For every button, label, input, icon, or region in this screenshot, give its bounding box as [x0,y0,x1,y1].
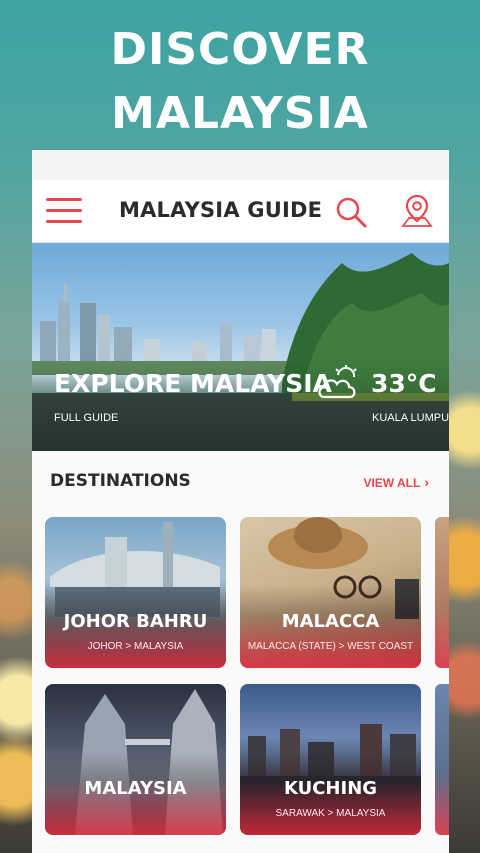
map-pin-icon[interactable] [400,193,434,229]
destination-card-malaysia[interactable]: MALAYSIA [45,684,226,835]
card-title: JOHOR BAHRU [63,611,208,632]
app-title: MALAYSIA GUIDE [119,198,323,222]
search-icon[interactable] [334,195,368,229]
hero-subtitle: FULL GUIDE [54,412,119,424]
app-bar: MALAYSIA GUIDE [32,180,449,243]
temperature-value: 33°C [371,369,437,398]
promo-headline-line2: MALAYSIA [111,88,369,139]
chevron-right-icon: › [424,474,429,490]
hamburger-menu-icon[interactable] [46,198,82,226]
card-subtitle: MALACCA (STATE) > WEST COAST [247,641,414,652]
hero-title: EXPLORE MALAYSIA [54,369,332,398]
destinations-header: DESTINATIONS VIEW ALL › [32,451,449,508]
card-shade [45,684,226,835]
destination-card-johor-bahru[interactable]: JOHOR BAHRU JOHOR > MALAYSIA [45,517,226,668]
next-card-peek[interactable] [435,684,449,835]
explore-hero-banner[interactable]: EXPLORE MALAYSIA FULL GUIDE 33°C KUALA L… [32,243,449,451]
card-subtitle: JOHOR > MALAYSIA [87,641,184,652]
destinations-grid: JOHOR BAHRU JOHOR > MALAYSIA MALACCA MAL… [32,508,449,853]
status-bar [32,150,449,180]
cloudy-sun-icon [316,365,366,401]
destination-card-kuching[interactable]: KUCHING SARAWAK > MALAYSIA [240,684,421,835]
destination-card-malacca[interactable]: MALACCA MALACCA (STATE) > WEST COAST [240,517,421,668]
destinations-heading: DESTINATIONS [50,471,191,491]
city-label: KUALA LUMPUR [372,412,449,424]
view-all-link[interactable]: VIEW ALL › [363,474,429,490]
card-title: MALAYSIA [84,778,187,799]
card-title: MALACCA [281,611,380,632]
next-card-peek[interactable] [435,517,449,668]
view-all-label: VIEW ALL [363,476,421,490]
card-subtitle: SARAWAK > MALAYSIA [275,808,386,819]
promo-headline-line1: DISCOVER [110,24,370,75]
phone-screen: MALAYSIA GUIDE EXPLORE MALAYSIA FULL GUI… [32,150,449,853]
promo-headline: DISCOVER MALAYSIA [0,18,480,146]
card-title: KUCHING [283,778,378,799]
